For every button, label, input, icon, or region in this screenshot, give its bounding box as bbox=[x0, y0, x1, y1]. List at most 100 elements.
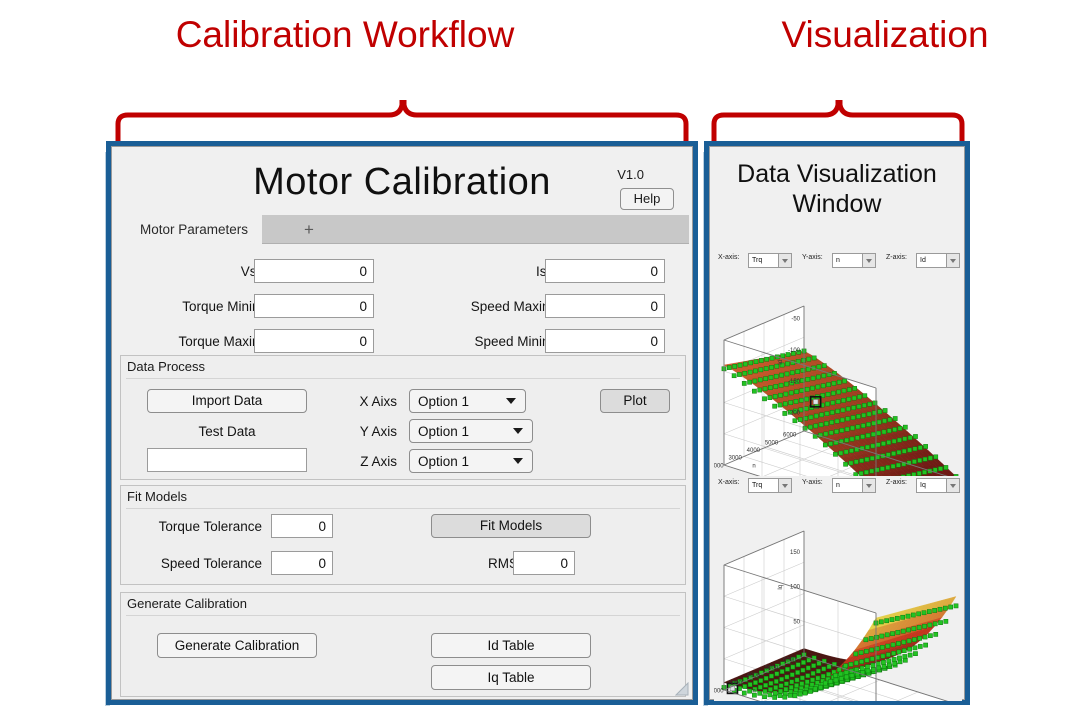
page-title: Motor Calibration bbox=[253, 161, 551, 203]
dropdown-x-axis-top[interactable]: Trq bbox=[748, 253, 792, 268]
dropdown-z-axis-bottom[interactable]: Iq bbox=[916, 478, 960, 493]
svg-text:6000: 6000 bbox=[783, 433, 797, 439]
version-label: V1.0 bbox=[617, 167, 644, 182]
resize-grip-icon[interactable] bbox=[674, 681, 689, 696]
label-y-axis: Y Axis bbox=[359, 424, 397, 439]
chevron-down-icon bbox=[506, 398, 516, 404]
label-z-axis-top: Z-axis: bbox=[886, 254, 907, 261]
dropdown-x-axis[interactable]: Option 1 bbox=[409, 389, 526, 413]
label-x-axis-top: X-axis: bbox=[718, 254, 740, 261]
svg-text:150: 150 bbox=[790, 550, 801, 556]
plot-id-surface[interactable]: -200-150-100-502000300040005000600010020… bbox=[714, 271, 962, 476]
chevron-down-icon bbox=[778, 479, 791, 492]
svg-text:n: n bbox=[752, 689, 755, 695]
data-visualization-window-body: Data Visualization Window X-axis: Trq Y-… bbox=[709, 146, 965, 701]
import-data-button[interactable]: Import Data bbox=[147, 389, 307, 413]
svg-text:3000: 3000 bbox=[728, 456, 742, 462]
motor-calibration-window[interactable]: Motor Calibration V1.0 Help Motor Parame… bbox=[105, 141, 698, 706]
divider-fit-models bbox=[126, 508, 680, 509]
svg-text:3000: 3000 bbox=[728, 681, 742, 687]
axis-controls-top: X-axis: Trq Y-axis: n Z-axis: Id bbox=[716, 253, 960, 269]
dropdown-z-axis-top-value: Id bbox=[920, 257, 926, 264]
dropdown-x-axis-bottom[interactable]: Trq bbox=[748, 478, 792, 493]
chevron-down-icon bbox=[946, 254, 959, 267]
input-torque-minimum[interactable] bbox=[254, 294, 374, 318]
dropdown-z-axis[interactable]: Option 1 bbox=[409, 449, 533, 473]
dropdown-y-axis-bottom[interactable]: n bbox=[832, 478, 876, 493]
svg-text:100: 100 bbox=[790, 585, 801, 591]
label-x-axis-bottom: X-axis: bbox=[718, 479, 740, 486]
dropdown-z-axis-bottom-value: Iq bbox=[920, 482, 926, 489]
dropdown-y-axis-top[interactable]: n bbox=[832, 253, 876, 268]
tab-add-button[interactable]: + bbox=[288, 215, 330, 244]
dropdown-z-axis-value: Option 1 bbox=[418, 454, 470, 469]
label-y-axis-bottom: Y-axis: bbox=[802, 479, 823, 486]
label-torque-tolerance: Torque Tolerance bbox=[158, 519, 262, 534]
label-z-axis-bottom: Z-axis: bbox=[886, 479, 907, 486]
data-visualization-window[interactable]: Data Visualization Window X-axis: Trq Y-… bbox=[703, 141, 970, 706]
svg-text:2000: 2000 bbox=[714, 463, 724, 469]
group-data-process: Data Process Import Data Test Data X Aix… bbox=[120, 355, 686, 480]
visualization-title-line1: Data Visualization bbox=[737, 160, 937, 188]
label-test-data: Test Data bbox=[198, 424, 256, 439]
group-title-data-process: Data Process bbox=[127, 359, 206, 374]
input-torque-tolerance[interactable] bbox=[271, 514, 333, 538]
label-x-axis: X Aixs bbox=[359, 394, 397, 409]
annotation-visualization: Visualization bbox=[781, 14, 989, 55]
svg-text:Id: Id bbox=[778, 360, 784, 365]
input-speed-tolerance[interactable] bbox=[271, 551, 333, 575]
id-table-button[interactable]: Id Table bbox=[431, 633, 591, 658]
visualization-title-line2: Window bbox=[792, 190, 882, 218]
svg-text:4000: 4000 bbox=[747, 673, 761, 679]
dropdown-x-axis-value: Option 1 bbox=[418, 394, 470, 409]
input-torque-maximum[interactable] bbox=[254, 329, 374, 353]
chevron-down-icon bbox=[862, 479, 875, 492]
chevron-down-icon bbox=[513, 458, 523, 464]
visualization-title: Data Visualization Window bbox=[710, 159, 964, 219]
group-title-fit-models: Fit Models bbox=[127, 489, 187, 504]
label-z-axis: Z Axis bbox=[360, 454, 397, 469]
fit-models-button[interactable]: Fit Models bbox=[431, 514, 591, 538]
label-speed-tolerance: Speed Tolerance bbox=[160, 556, 262, 571]
input-vsmax[interactable] bbox=[254, 259, 374, 283]
brace-left bbox=[112, 100, 692, 145]
plot-iq-surface[interactable]: 5010015020003000400050006000100200300400… bbox=[714, 496, 962, 701]
brace-right bbox=[710, 100, 966, 145]
input-test-data[interactable] bbox=[147, 448, 307, 472]
svg-text:50: 50 bbox=[793, 619, 800, 625]
tab-motor-parameters[interactable]: Motor Parameters bbox=[126, 215, 263, 244]
dropdown-y-axis-top-value: n bbox=[836, 257, 840, 264]
iq-table-button[interactable]: Iq Table bbox=[431, 665, 591, 690]
motor-calibration-window-body: Motor Calibration V1.0 Help Motor Parame… bbox=[111, 146, 693, 700]
chevron-down-icon bbox=[862, 254, 875, 267]
axis-controls-bottom: X-axis: Trq Y-axis: n Z-axis: Iq bbox=[716, 478, 960, 494]
svg-text:5000: 5000 bbox=[765, 440, 779, 446]
svg-text:-100: -100 bbox=[788, 348, 801, 354]
annotation-calibration-workflow: Calibration Workflow bbox=[175, 14, 515, 55]
divider-generate-calibration bbox=[126, 615, 680, 616]
divider-data-process bbox=[126, 378, 680, 379]
input-ismax[interactable] bbox=[545, 259, 665, 283]
svg-text:-150: -150 bbox=[788, 379, 801, 385]
svg-text:Iq: Iq bbox=[778, 585, 784, 590]
dropdown-y-axis[interactable]: Option 1 bbox=[409, 419, 533, 443]
group-generate-calibration: Generate Calibration Generate Calibratio… bbox=[120, 592, 686, 697]
input-speed-maximum[interactable] bbox=[545, 294, 665, 318]
group-title-generate-calibration: Generate Calibration bbox=[127, 596, 247, 611]
input-rmse[interactable] bbox=[513, 551, 575, 575]
dropdown-x-axis-top-value: Trq bbox=[752, 257, 763, 264]
plot-button[interactable]: Plot bbox=[600, 389, 670, 413]
dropdown-z-axis-top[interactable]: Id bbox=[916, 253, 960, 268]
svg-text:4000: 4000 bbox=[747, 448, 761, 454]
help-button[interactable]: Help bbox=[620, 188, 674, 210]
svg-text:-200: -200 bbox=[788, 410, 801, 416]
dropdown-x-axis-bottom-value: Trq bbox=[752, 482, 763, 489]
svg-text:n: n bbox=[752, 464, 755, 470]
chevron-down-icon bbox=[778, 254, 791, 267]
svg-text:-50: -50 bbox=[791, 317, 800, 323]
chevron-down-icon bbox=[946, 479, 959, 492]
label-y-axis-top: Y-axis: bbox=[802, 254, 823, 261]
generate-calibration-button[interactable]: Generate Calibration bbox=[157, 633, 317, 658]
tab-bar: Motor Parameters + bbox=[126, 215, 689, 244]
input-speed-minimum[interactable] bbox=[545, 329, 665, 353]
